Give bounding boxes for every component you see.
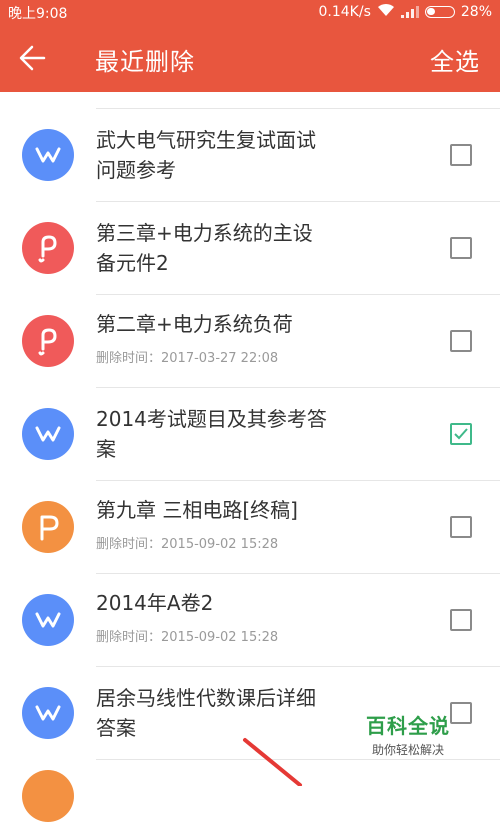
app-toolbar: 最近删除 全选	[0, 24, 500, 92]
select-checkbox[interactable]	[450, 516, 472, 538]
watermark-subtitle: 助你轻松解决	[372, 743, 445, 757]
battery-icon	[424, 6, 455, 18]
red-arrow-annotation	[243, 738, 302, 786]
partial-list-item-avatar	[22, 770, 74, 822]
file-name-line: 第三章+电力系统的主设	[96, 221, 313, 245]
list-item[interactable]: 2014考试题目及其参考答案	[0, 388, 500, 481]
word-icon	[22, 687, 74, 739]
word-icon	[22, 408, 74, 460]
pdf-icon	[22, 315, 74, 367]
pdf-icon	[22, 222, 74, 274]
status-time: 晚上9:08	[8, 6, 68, 22]
select-checkbox[interactable]	[450, 423, 472, 445]
select-checkbox[interactable]	[450, 702, 472, 724]
deleted-files-list: 武大电气研究生复试面试 问题参考 第三章+电力系统的主设 备元件2 第二章+电力系统负荷…	[0, 92, 500, 786]
file-name: 2014年A卷2	[96, 588, 366, 618]
watermark-title: 百科全说	[366, 714, 450, 738]
watermark-logo: 百科全说 助你轻松解决	[366, 710, 450, 758]
select-all-button[interactable]: 全选	[430, 42, 480, 77]
list-item[interactable]: 第九章 三相电路[终稿] 删除时间：2015-09-02 15:28	[0, 481, 500, 574]
file-name: 2014考试题目及其参考答案	[96, 404, 366, 464]
file-name-line: 武大电气研究生复试面试	[96, 128, 316, 152]
file-name-line: 案	[96, 437, 116, 461]
file-name: 第二章+电力系统负荷	[96, 309, 366, 339]
list-item[interactable]: 第二章+电力系统负荷删除时间：2017-03-27 22:08	[0, 295, 500, 388]
deleted-time: 删除时间：2017-03-27 22:08	[96, 351, 279, 366]
status-icons: 0.14K/s 28%	[318, 3, 492, 21]
select-checkbox[interactable]	[450, 144, 472, 166]
ppt-icon	[22, 501, 74, 553]
list-item[interactable]: 第三章+电力系统的主设 备元件2	[0, 202, 500, 295]
page-title: 最近删除	[95, 48, 195, 76]
file-name-line: 备元件2	[96, 251, 169, 275]
select-checkbox[interactable]	[450, 330, 472, 352]
file-name-line: 2014年A卷2	[96, 591, 214, 615]
word-icon	[22, 594, 74, 646]
word-icon	[22, 129, 74, 181]
select-checkbox[interactable]	[450, 237, 472, 259]
file-name-line: 2014考试题目及其参考答	[96, 407, 327, 431]
file-name-line: 问题参考	[96, 158, 176, 182]
signal-icon	[400, 6, 419, 18]
select-checkbox[interactable]	[450, 609, 472, 631]
list-item[interactable]: 2014年A卷2 删除时间：2015-09-02 15:28	[0, 574, 500, 667]
file-name-line: 第九章 三相电路[终稿]	[96, 498, 298, 522]
file-name: 第三章+电力系统的主设 备元件2	[96, 218, 366, 278]
file-name: 第九章 三相电路[终稿]	[96, 495, 366, 525]
battery-level: 28%	[460, 4, 492, 20]
file-name: 居余马线性代数课后详细 答案	[96, 683, 366, 743]
deleted-time: 删除时间：2015-09-02 15:28	[96, 537, 279, 552]
list-item[interactable]: 武大电气研究生复试面试 问题参考	[0, 109, 500, 202]
checkmark-icon	[454, 428, 468, 440]
file-name-line: 答案	[96, 716, 136, 740]
file-name-line: 第二章+电力系统负荷	[96, 312, 293, 336]
file-name-line: 居余马线性代数课后详细	[96, 686, 316, 710]
wifi-icon	[377, 3, 395, 21]
deleted-time: 删除时间：2015-09-02 15:28	[96, 630, 279, 645]
network-speed: 0.14K/s	[318, 4, 371, 20]
status-bar: 晚上9:08 0.14K/s 28%	[0, 0, 500, 24]
file-name: 武大电气研究生复试面试 问题参考	[96, 125, 366, 185]
back-button[interactable]	[14, 40, 54, 76]
arrow-left-icon	[19, 45, 46, 71]
